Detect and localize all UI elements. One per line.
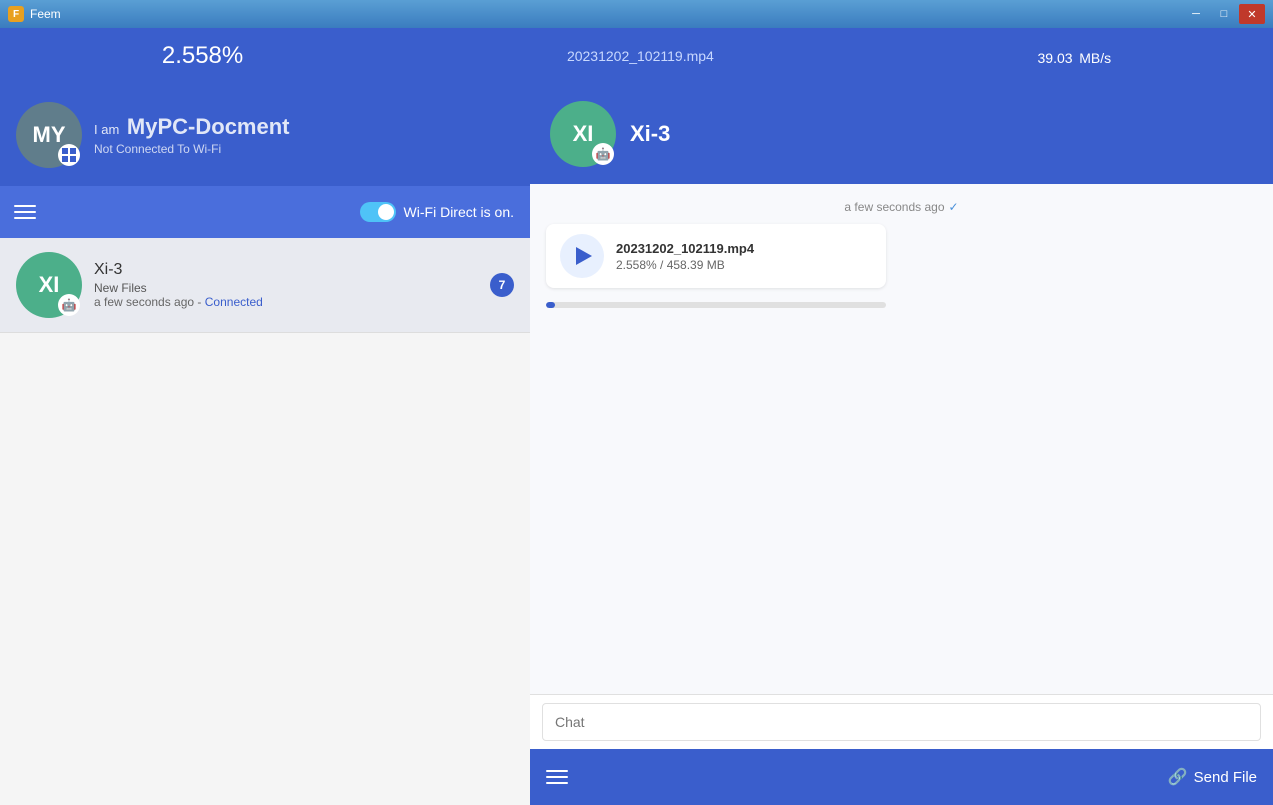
bottom-toolbar: 🔗 Send File	[530, 749, 1273, 805]
device-item-name: Xi-3	[94, 261, 478, 279]
device-list: XI 🤖 Xi-3 New Files a few seconds ago - …	[0, 238, 530, 805]
my-device-name: MyPC-Docment	[127, 114, 290, 139]
bottom-hamburger-line-3	[546, 782, 568, 784]
app-icon: F	[8, 6, 24, 22]
progress-bar-fill	[546, 302, 555, 308]
send-file-button[interactable]: 🔗 Send File	[1168, 767, 1257, 787]
wifi-direct-toggle[interactable]	[360, 202, 396, 222]
title-bar: F Feem ─ □ ✕	[0, 0, 1273, 28]
hamburger-line-2	[14, 211, 36, 213]
hamburger-line-3	[14, 217, 36, 219]
right-panel: XI 🤖 Xi-3 a few seconds ago ✓ 20231202_1…	[530, 84, 1273, 805]
chat-body: a few seconds ago ✓ 20231202_102119.mp4 …	[530, 184, 1273, 694]
title-bar-controls: ─ □ ✕	[1183, 4, 1265, 24]
main-layout: MY I am MyPC-Docment Not Connected To Wi…	[0, 84, 1273, 805]
minimize-button[interactable]: ─	[1183, 4, 1209, 24]
hamburger-menu-icon[interactable]	[14, 205, 36, 219]
transfer-filename: 20231202_102119.mp4	[567, 48, 714, 64]
play-icon	[576, 247, 592, 265]
file-transfer-info: 20231202_102119.mp4 2.558% / 458.39 MB	[616, 241, 872, 272]
left-panel: MY I am MyPC-Docment Not Connected To Wi…	[0, 84, 530, 805]
file-transfer-name: 20231202_102119.mp4	[616, 241, 872, 256]
notification-badge: 7	[490, 273, 514, 297]
transfer-percent: 2.558%	[162, 42, 243, 70]
chat-header: XI 🤖 Xi-3	[530, 84, 1273, 184]
paperclip-icon: 🔗	[1168, 767, 1188, 787]
transfer-speed: 39.03 MB/s	[1038, 42, 1112, 70]
wifi-direct-bar: Wi-Fi Direct is on.	[0, 186, 530, 238]
wifi-status: Not Connected To Wi-Fi	[94, 142, 290, 156]
my-avatar-container: MY	[16, 102, 82, 168]
close-button[interactable]: ✕	[1239, 4, 1265, 24]
connected-link[interactable]: Connected	[205, 295, 263, 309]
chat-input[interactable]	[542, 703, 1261, 741]
bottom-hamburger-line-2	[546, 776, 568, 778]
chat-input-area	[530, 694, 1273, 749]
message-time: a few seconds ago ✓	[546, 200, 1257, 214]
transfer-bar: 2.558% 20231202_102119.mp4 39.03 MB/s	[0, 28, 1273, 84]
file-icon-circle	[560, 234, 604, 278]
title-bar-text: Feem	[30, 7, 61, 21]
my-device-info: I am MyPC-Docment Not Connected To Wi-Fi	[94, 114, 290, 156]
my-device-header: MY I am MyPC-Docment Not Connected To Wi…	[0, 84, 530, 186]
chat-avatar-container: XI 🤖	[550, 101, 616, 167]
i-am-label: I am MyPC-Docment	[94, 114, 290, 140]
bottom-hamburger-icon[interactable]	[546, 770, 568, 784]
file-transfer-progress-text: 2.558% / 458.39 MB	[616, 258, 872, 272]
chat-android-badge: 🤖	[592, 143, 614, 165]
hamburger-line-1	[14, 205, 36, 207]
android-badge: 🤖	[58, 294, 80, 316]
title-bar-left: F Feem	[8, 6, 61, 22]
windows-badge	[58, 144, 80, 166]
android-icon: 🤖	[62, 298, 77, 312]
windows-icon	[62, 148, 76, 162]
toggle-knob	[378, 204, 394, 220]
maximize-button[interactable]: □	[1211, 4, 1237, 24]
check-icon: ✓	[949, 200, 959, 214]
xi-avatar-container: XI 🤖	[16, 252, 82, 318]
chat-android-icon: 🤖	[596, 147, 611, 161]
device-item-info: Xi-3 New Files a few seconds ago - Conne…	[94, 261, 478, 309]
device-item[interactable]: XI 🤖 Xi-3 New Files a few seconds ago - …	[0, 238, 530, 333]
file-transfer-card: 20231202_102119.mp4 2.558% / 458.39 MB	[546, 224, 886, 288]
bottom-hamburger-line-1	[546, 770, 568, 772]
device-item-status: New Files a few seconds ago - Connected	[94, 281, 478, 309]
progress-bar-container	[546, 302, 886, 308]
wifi-direct-text: Wi-Fi Direct is on.	[360, 202, 514, 222]
chat-device-name: Xi-3	[630, 121, 670, 147]
